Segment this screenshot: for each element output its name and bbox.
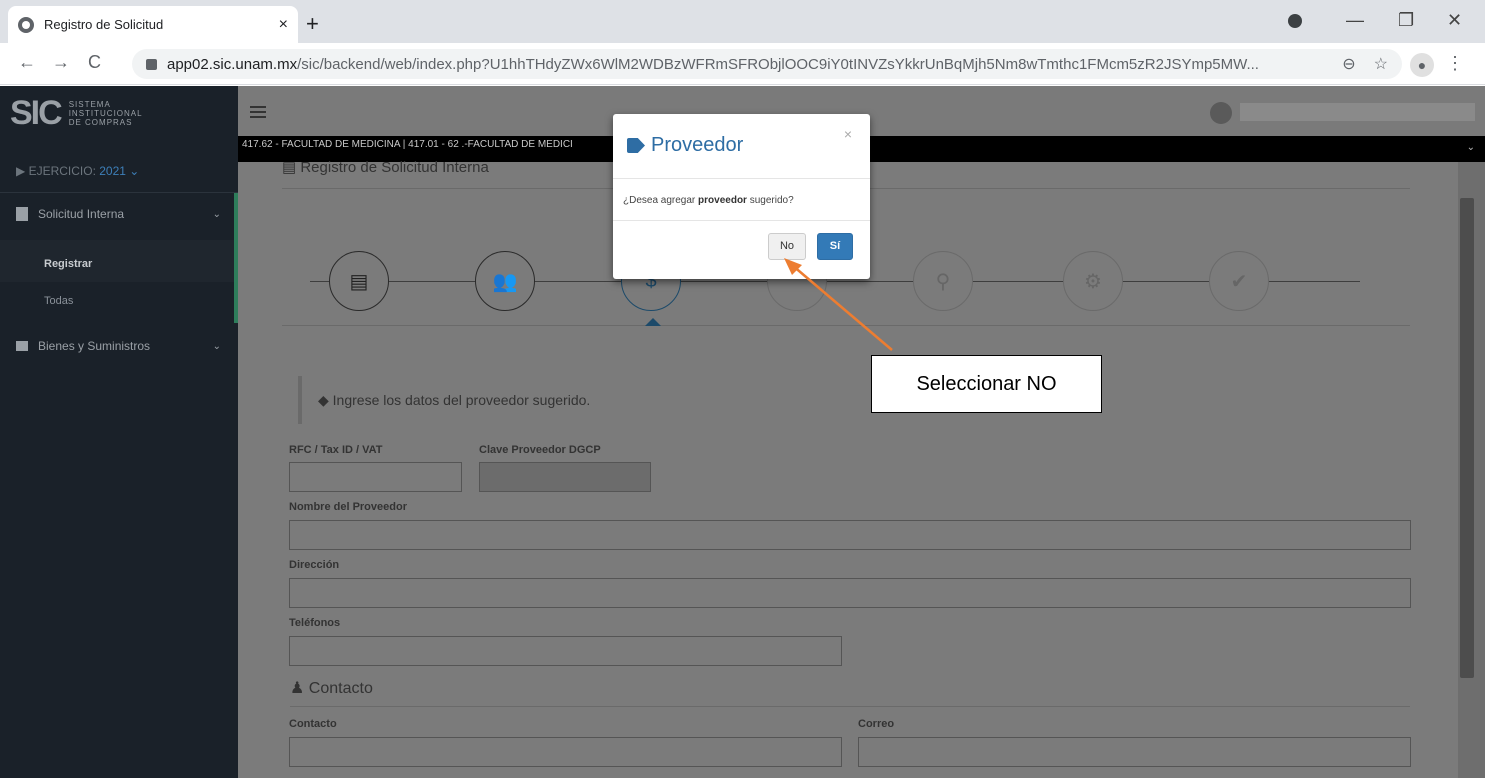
sidebar-subitem-todas[interactable]: Todas	[44, 295, 73, 307]
check-icon: ✔	[1230, 270, 1248, 293]
chevron-down-icon: ⌄	[212, 340, 221, 352]
profile-avatar-icon[interactable]: ●	[1410, 53, 1434, 77]
chevron-down-icon: ⌄	[212, 208, 221, 220]
document-icon	[16, 207, 28, 221]
new-tab-button[interactable]: +	[306, 11, 319, 37]
nombre-label: Nombre del Proveedor	[289, 501, 407, 513]
hamburger-menu-icon[interactable]	[250, 106, 266, 118]
clave-label: Clave Proveedor DGCP	[479, 444, 601, 456]
maximize-button[interactable]: ❐	[1398, 10, 1414, 31]
browser-menu-button[interactable]: ⋮	[1446, 53, 1464, 74]
url-text: app02.sic.unam.mx/sic/backend/web/index.…	[167, 55, 1259, 73]
sidebar-divider	[0, 192, 238, 193]
user-icon: ♟	[290, 680, 305, 697]
map-pin-icon: ⚲	[935, 270, 951, 293]
modal-title: Proveedor	[627, 134, 743, 157]
correo-label: Correo	[858, 718, 895, 730]
ejercicio-selector[interactable]: ▶ EJERCICIO: 2021 ⌄	[16, 164, 139, 178]
reload-button[interactable]: C	[88, 52, 101, 73]
tab-close-icon[interactable]: ×	[279, 16, 288, 34]
modal-question: ¿Desea agregar proveedor sugerido?	[613, 179, 870, 221]
back-button[interactable]: ←	[18, 52, 36, 73]
cart-icon	[16, 341, 28, 351]
forward-button[interactable]: →	[52, 52, 70, 73]
tab-title: Registro de Solicitud	[44, 17, 164, 32]
browser-tab[interactable]: Registro de Solicitud ×	[8, 6, 298, 43]
user-name-field[interactable]	[1240, 103, 1475, 121]
contacto-input[interactable]	[289, 737, 842, 767]
sidebar-subitem-registrar[interactable]: Registrar	[44, 258, 92, 270]
provider-note: ◆ Ingrese los datos del proveedor sugeri…	[298, 376, 598, 424]
annotation-arrow	[784, 258, 893, 351]
correo-input[interactable]	[858, 737, 1411, 767]
step-solicitud[interactable]: ▤	[329, 251, 389, 311]
dependency-text: 417.62 - FACULTAD DE MEDICINA | 417.01 -…	[242, 139, 573, 150]
user-avatar-icon[interactable]	[1210, 102, 1232, 124]
rfc-input[interactable]	[289, 462, 462, 492]
telefonos-label: Teléfonos	[289, 617, 341, 629]
scrollbar-thumb[interactable]	[1460, 198, 1474, 678]
chevron-down-icon[interactable]: ⌄	[1467, 142, 1475, 153]
step-bienes[interactable]: ⚙	[1063, 251, 1123, 311]
cubes-icon: ⚙	[1084, 270, 1102, 293]
nombre-input[interactable]	[289, 520, 1411, 550]
sidebar-item-bienes[interactable]: Bienes y Suministros ⌄	[16, 339, 221, 353]
minimize-button[interactable]: —	[1346, 10, 1364, 31]
url-field[interactable]: app02.sic.unam.mx/sic/backend/web/index.…	[132, 49, 1402, 79]
step-finalizar[interactable]: ✔	[1209, 251, 1269, 311]
tag-icon: ◆	[318, 392, 329, 408]
users-icon: 👥	[492, 270, 518, 293]
tag-icon	[627, 138, 645, 153]
clave-input	[479, 462, 651, 492]
contacto-label: Contacto	[289, 718, 337, 730]
active-step-caret	[645, 318, 661, 326]
step-usuarios[interactable]: 👥	[475, 251, 535, 311]
step-ubicacion[interactable]: ⚲	[913, 251, 973, 311]
sidebar: SIC SISTEMA INSTITUCIONAL DE COMPRAS ▶ EJE…	[0, 86, 238, 778]
contacto-section-title: ♟ Contacto	[290, 680, 373, 697]
direccion-label: Dirección	[289, 559, 340, 571]
bookmark-star-icon[interactable]: ☆	[1374, 54, 1388, 74]
zoom-icon[interactable]: ⊖	[1342, 54, 1355, 74]
rfc-label: RFC / Tax ID / VAT	[289, 444, 383, 456]
close-window-button[interactable]: ✕	[1447, 10, 1462, 31]
globe-icon	[18, 16, 34, 33]
profile-indicator-icon[interactable]	[1288, 14, 1302, 28]
direccion-input[interactable]	[289, 578, 1411, 608]
annotation-callout: Seleccionar NO	[871, 355, 1102, 413]
telefonos-input[interactable]	[289, 636, 842, 666]
modal-close-icon[interactable]: ×	[844, 126, 852, 142]
sic-logo: SIC SISTEMA INSTITUCIONAL DE COMPRAS	[10, 94, 143, 132]
lock-icon	[146, 58, 157, 70]
page-title: ▤ Registro de Solicitud Interna	[282, 159, 489, 176]
document-icon: ▤	[349, 270, 369, 293]
browser-tab-bar: Registro de Solicitud × + — ❐ ✕	[0, 0, 1485, 43]
browser-address-bar: ← → C app02.sic.unam.mx/sic/backend/web/…	[0, 43, 1485, 85]
sidebar-item-solicitud-interna[interactable]: Solicitud Interna ⌄	[16, 207, 221, 221]
